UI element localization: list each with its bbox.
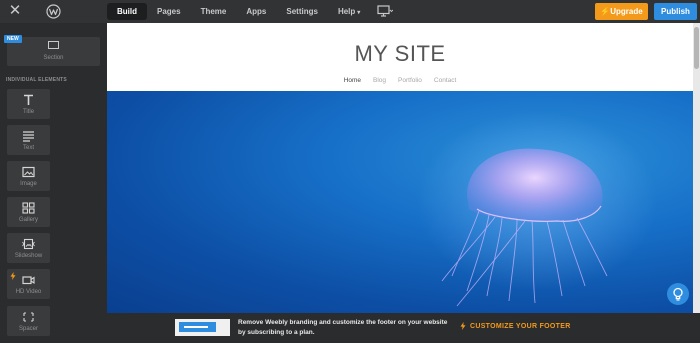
element-label-title: Title bbox=[22, 109, 35, 115]
canvas-scrollbar[interactable] bbox=[693, 23, 700, 313]
bolt-icon bbox=[460, 322, 466, 330]
element-tile-text[interactable]: Text bbox=[7, 125, 50, 155]
video-icon bbox=[22, 276, 35, 285]
element-tile-gallery[interactable]: Gallery bbox=[7, 197, 50, 227]
site-canvas[interactable]: MY SITE Home Blog Portfolio Contact bbox=[107, 23, 693, 313]
customize-footer-label: CUSTOMIZE YOUR FOOTER bbox=[470, 322, 571, 330]
scrollbar-thumb[interactable] bbox=[694, 27, 699, 69]
section-icon bbox=[48, 41, 59, 49]
tab-theme[interactable]: Theme bbox=[191, 3, 237, 20]
premium-bolt-icon bbox=[10, 272, 16, 280]
slideshow-icon bbox=[22, 238, 35, 250]
element-label-image: Image bbox=[20, 181, 37, 187]
top-toolbar: ✕ Build Pages Theme Apps Settings Help ▾ … bbox=[0, 0, 700, 23]
section-label: Section bbox=[43, 55, 64, 61]
tab-build-label: Build bbox=[117, 7, 137, 16]
site-title[interactable]: MY SITE bbox=[107, 41, 693, 67]
site-nav-portfolio[interactable]: Portfolio bbox=[398, 77, 422, 84]
footer-preview-thumbnail bbox=[175, 319, 230, 336]
publish-button[interactable]: Publish bbox=[654, 3, 697, 20]
element-label-spacer: Spacer bbox=[18, 326, 38, 332]
title-icon bbox=[24, 94, 33, 105]
help-button[interactable] bbox=[667, 283, 689, 305]
tab-pages-label: Pages bbox=[157, 7, 181, 16]
tab-apps-label: Apps bbox=[246, 7, 267, 16]
weebly-editor: ✕ Build Pages Theme Apps Settings Help ▾ … bbox=[0, 0, 700, 343]
thumbnail-line bbox=[184, 326, 208, 328]
weebly-logo-icon[interactable] bbox=[46, 4, 61, 19]
image-icon bbox=[22, 166, 35, 178]
hero-image[interactable] bbox=[107, 91, 693, 313]
footer-upsell-message: Remove Weebly branding and customize the… bbox=[238, 319, 448, 336]
element-tile-slideshow[interactable]: Slideshow bbox=[7, 233, 50, 263]
element-label-text: Text bbox=[22, 145, 34, 151]
jellyfish-illustration bbox=[417, 111, 657, 307]
site-nav-contact[interactable]: Contact bbox=[434, 77, 456, 84]
new-badge: NEW bbox=[4, 35, 22, 43]
close-icon[interactable]: ✕ bbox=[8, 3, 22, 18]
bolt-icon: ⚡ bbox=[600, 7, 611, 16]
element-tile-title[interactable]: Title bbox=[7, 89, 50, 119]
customize-footer-link[interactable]: CUSTOMIZE YOUR FOOTER bbox=[460, 322, 571, 330]
tab-settings-label: Settings bbox=[286, 7, 318, 16]
text-icon bbox=[23, 131, 34, 142]
element-label-gallery: Gallery bbox=[18, 217, 38, 223]
element-label-slideshow: Slideshow bbox=[14, 253, 43, 259]
chevron-down-icon: ▾ bbox=[357, 10, 361, 16]
gallery-icon bbox=[22, 202, 35, 214]
tab-pages[interactable]: Pages bbox=[147, 3, 191, 20]
upgrade-button[interactable]: ⚡Upgrade bbox=[595, 3, 648, 20]
tab-theme-label: Theme bbox=[200, 7, 227, 16]
desktop-preview-icon[interactable] bbox=[377, 5, 393, 17]
element-tile-hd-video[interactable]: HD Video bbox=[7, 269, 50, 299]
tab-build[interactable]: Build bbox=[107, 3, 147, 20]
tab-help[interactable]: Help ▾ bbox=[328, 3, 370, 20]
lightbulb-icon bbox=[673, 287, 683, 301]
elements-sidebar: Section NEW INDIVIDUAL ELEMENTS Title Te… bbox=[0, 23, 107, 343]
spacer-icon bbox=[23, 312, 34, 322]
element-tile-spacer[interactable]: Spacer bbox=[7, 306, 50, 336]
tab-help-label: Help bbox=[337, 7, 356, 16]
upgrade-label: Upgrade bbox=[610, 7, 643, 16]
footer-upsell-banner: Remove Weebly branding and customize the… bbox=[107, 313, 700, 343]
elements-header: INDIVIDUAL ELEMENTS bbox=[6, 77, 67, 83]
site-nav: Home Blog Portfolio Contact bbox=[107, 77, 693, 84]
site-nav-home[interactable]: Home bbox=[344, 77, 361, 84]
element-label-hd-video: HD Video bbox=[15, 289, 42, 295]
tab-settings[interactable]: Settings bbox=[276, 3, 328, 20]
element-tile-image[interactable]: Image bbox=[7, 161, 50, 191]
main-nav: Build Pages Theme Apps Settings Help ▾ bbox=[107, 3, 370, 20]
site-nav-blog[interactable]: Blog bbox=[373, 77, 386, 84]
tab-apps[interactable]: Apps bbox=[236, 3, 276, 20]
